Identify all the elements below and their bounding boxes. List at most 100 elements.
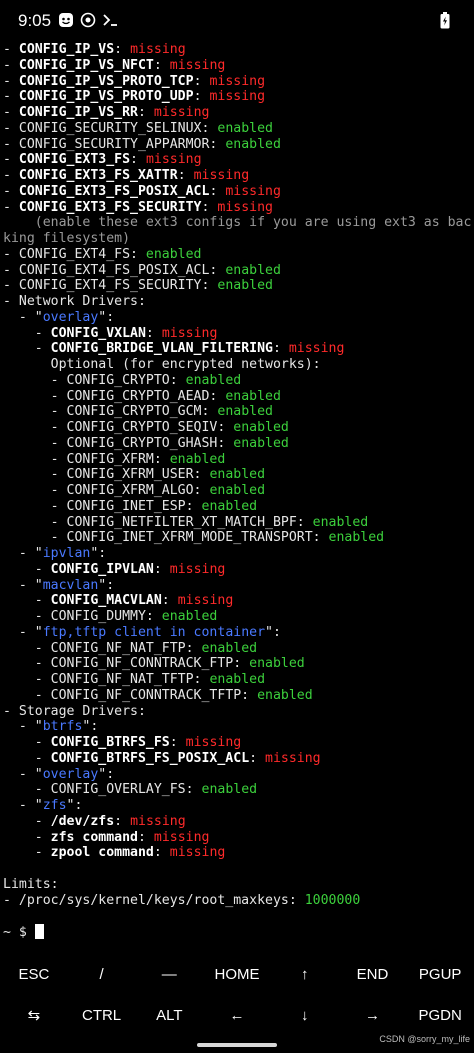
terminal-segment: : bbox=[130, 152, 146, 168]
terminal-line: - CONFIG_IP_VS_PROTO_TCP: missing bbox=[3, 74, 473, 90]
terminal-segment: ": bbox=[98, 766, 115, 782]
terminal-segment: enabled bbox=[185, 372, 242, 388]
terminal-segment: CONFIG_BRIDGE_VLAN_FILTERING bbox=[50, 341, 273, 357]
extra-key[interactable]: PGUP bbox=[406, 954, 474, 994]
terminal-segment: missing bbox=[193, 168, 250, 183]
terminal-line: - CONFIG_EXT3_FS_XATTR: missing bbox=[3, 168, 473, 184]
terminal-segment: - bbox=[3, 73, 19, 89]
terminal-line: - CONFIG_EXT4_FS_POSIX_ACL: enabled bbox=[3, 263, 473, 279]
terminal-segment: overlay bbox=[42, 309, 99, 325]
terminal-segment: enabled bbox=[217, 278, 273, 294]
terminal-line: - CONFIG_INET_ESP: enabled bbox=[3, 499, 473, 515]
terminal-segment: CONFIG_IPVLAN bbox=[50, 561, 154, 577]
terminal-line: - CONFIG_EXT3_FS_SECURITY: missing bbox=[3, 200, 473, 216]
terminal-line: - CONFIG_NETFILTER_XT_MATCH_BPF: enabled bbox=[3, 515, 473, 531]
terminal-segment: : bbox=[249, 750, 266, 766]
terminal-line: - CONFIG_IP_VS_RR: missing bbox=[3, 105, 473, 121]
terminal-segment: - CONFIG_EXT4_FS: bbox=[3, 246, 146, 262]
terminal-line: king filesystem) bbox=[3, 231, 473, 247]
terminal-segment: - bbox=[3, 42, 19, 57]
extra-key[interactable]: HOME bbox=[203, 954, 271, 994]
terminal-segment: - /proc/sys/kernel/keys/root_maxkeys: bbox=[3, 892, 305, 908]
extra-key[interactable]: / bbox=[68, 954, 136, 994]
terminal-segment: enabled bbox=[169, 451, 226, 467]
terminal-line: - zfs command: missing bbox=[3, 830, 473, 846]
extra-key[interactable]: ⇆ bbox=[0, 995, 68, 1035]
extra-key[interactable]: ESC bbox=[0, 954, 68, 994]
terminal-segment: - CONFIG_INET_XFRM_MODE_TRANSPORT: bbox=[3, 530, 329, 546]
terminal-segment: CONFIG_MACVLAN bbox=[50, 593, 162, 609]
extra-key[interactable]: → bbox=[339, 995, 407, 1035]
terminal-line: - CONFIG_XFRM_ALGO: enabled bbox=[3, 483, 473, 499]
terminal-segment: missing bbox=[225, 183, 281, 199]
terminal-output[interactable]: - CONFIG_IP_VS: missing - CONFIG_IP_VS_NF… bbox=[3, 42, 473, 940]
terminal-segment: - CONFIG_CRYPTO_GCM: bbox=[3, 404, 218, 420]
terminal-segment: enabled bbox=[257, 687, 313, 703]
terminal-segment: - CONFIG_INET_ESP: bbox=[3, 498, 202, 514]
text-cursor bbox=[34, 924, 44, 939]
terminal-segment: macvlan bbox=[42, 577, 99, 593]
terminal-line: - "overlay": bbox=[3, 310, 473, 326]
terminal-segment: missing bbox=[130, 42, 186, 57]
terminal-segment: enabled bbox=[201, 782, 258, 798]
terminal-segment: ": bbox=[90, 546, 107, 561]
terminal-segment: - " bbox=[3, 546, 43, 561]
watermark: CSDN @sorry_my_life bbox=[379, 1034, 470, 1044]
terminal-prompt-icon bbox=[102, 12, 118, 28]
terminal-segment: : bbox=[145, 325, 162, 341]
extra-key[interactable]: ALT bbox=[135, 995, 203, 1035]
terminal-segment: - CONFIG_OVERLAY_FS: bbox=[3, 782, 202, 798]
terminal-segment: - CONFIG_CRYPTO: bbox=[3, 372, 186, 388]
terminal-line: (enable these ext3 configs if you are us… bbox=[3, 215, 473, 231]
terminal-segment: - CONFIG_NF_CONNTRACK_FTP: bbox=[3, 656, 250, 672]
extra-key[interactable]: ← bbox=[203, 995, 271, 1035]
terminal-segment: missing bbox=[169, 561, 226, 577]
extra-keys-row-2: ⇆ CTRL ALT ← ↓ → PGDN bbox=[0, 995, 474, 1035]
terminal-line: - "btrfs": bbox=[3, 719, 473, 735]
terminal-segment: overlay bbox=[42, 766, 99, 782]
terminal-segment: enabled bbox=[233, 420, 289, 435]
terminal-segment: - bbox=[3, 845, 51, 861]
terminal-line: - zpool command: missing bbox=[3, 845, 473, 861]
extra-key[interactable]: ↑ bbox=[271, 954, 339, 994]
extra-key[interactable]: END bbox=[339, 954, 407, 994]
extra-key[interactable]: CTRL bbox=[68, 995, 136, 1035]
terminal-segment: - CONFIG_SECURITY_SELINUX: bbox=[3, 120, 218, 136]
terminal-line: - "zfs": bbox=[3, 798, 473, 814]
terminal-segment: - " bbox=[3, 577, 43, 593]
terminal-segment: - bbox=[3, 593, 51, 609]
prompt-line[interactable]: ~ $ bbox=[3, 924, 473, 940]
terminal-segment: CONFIG_IP_VS_PROTO_TCP bbox=[18, 73, 194, 89]
terminal-segment: : bbox=[153, 57, 170, 73]
terminal-segment: : bbox=[209, 183, 226, 199]
terminal-segment: - CONFIG_EXT4_FS_POSIX_ACL: bbox=[3, 262, 226, 278]
terminal-segment: : bbox=[169, 735, 186, 750]
gesture-nav-handle[interactable] bbox=[197, 1043, 277, 1047]
extra-key[interactable]: PGDN bbox=[406, 995, 474, 1035]
terminal-segment: - bbox=[3, 341, 51, 357]
terminal-segment: : bbox=[201, 199, 218, 215]
terminal-segment: : bbox=[272, 341, 289, 357]
terminal-segment: Limits: bbox=[3, 876, 59, 892]
terminal-segment: enabled bbox=[312, 514, 369, 530]
terminal-line: - /dev/zfs: missing bbox=[3, 814, 473, 830]
terminal-segment: ": bbox=[66, 798, 83, 813]
extra-key[interactable]: — bbox=[135, 954, 203, 994]
extra-key[interactable]: ↓ bbox=[271, 995, 339, 1035]
terminal-segment: - CONFIG_NETFILTER_XT_MATCH_BPF: bbox=[3, 514, 313, 530]
terminal-line: - CONFIG_OVERLAY_FS: enabled bbox=[3, 782, 473, 798]
terminal-line: - CONFIG_CRYPTO_SEQIV: enabled bbox=[3, 420, 473, 436]
terminal-line: - CONFIG_NF_NAT_FTP: enabled bbox=[3, 641, 473, 657]
terminal-segment: - bbox=[3, 735, 51, 750]
terminal-segment: missing bbox=[169, 57, 226, 73]
terminal-line: - CONFIG_EXT4_FS: enabled bbox=[3, 247, 473, 263]
status-bar: 9:05 bbox=[0, 0, 474, 40]
terminal-segment: ": bbox=[98, 309, 115, 325]
terminal-line: - /proc/sys/kernel/keys/root_maxkeys: 10… bbox=[3, 893, 473, 909]
terminal-line: - CONFIG_BTRFS_FS_POSIX_ACL: missing bbox=[3, 751, 473, 767]
extra-keys-bar: ESC / — HOME ↑ END PGUP ⇆ CTRL ALT ← ↓ → PGDN bbox=[0, 952, 474, 1042]
terminal-segment: enabled bbox=[217, 120, 273, 136]
terminal-segment: ipvlan bbox=[42, 546, 91, 561]
terminal-line: Optional (for encrypted networks): bbox=[3, 357, 473, 373]
